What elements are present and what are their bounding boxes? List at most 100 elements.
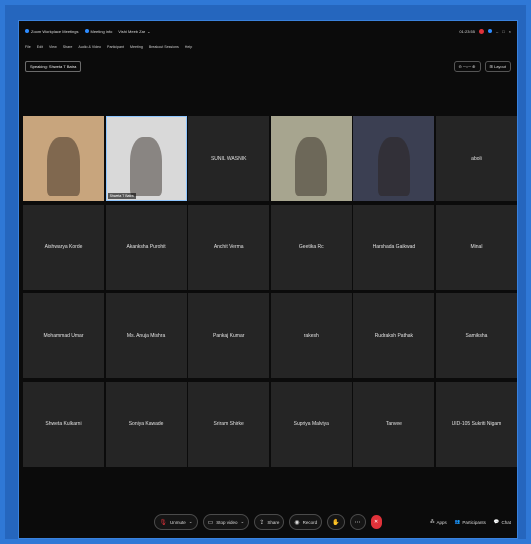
participant-tile[interactable]: Ms. Anuja Mishra xyxy=(105,293,187,378)
participant-tile[interactable]: Rudraksh Pathak xyxy=(353,293,435,378)
app-title: Zoom Workplace Meetings xyxy=(25,29,79,34)
share-button[interactable]: ⇪ Share xyxy=(254,514,285,530)
view-controls: ⊖ ─○─ ⊕ ⊞ Layout xyxy=(453,60,511,72)
participant-video-tile[interactable] xyxy=(23,116,104,201)
participants-button[interactable]: 👥 Participants xyxy=(455,519,486,525)
menu-item[interactable]: Share xyxy=(63,45,73,49)
participant-name: Samiksha xyxy=(465,332,488,339)
share-icon: ⇪ xyxy=(259,519,265,526)
end-call-icon: ✕ xyxy=(373,519,379,525)
zoom-window: Zoom Workplace Meetings Meeting info Vis… xyxy=(18,20,518,539)
menu-item[interactable]: Participant xyxy=(107,45,124,49)
participant-label: Shweta T Batra xyxy=(107,193,136,199)
participant-name: Rudraksh Pathak xyxy=(374,332,414,339)
participant-video-tile[interactable]: Shweta T Batra xyxy=(105,116,187,201)
stop-video-button[interactable]: ▭ Stop video ⌄ xyxy=(202,514,250,530)
recording-icon xyxy=(479,28,484,34)
chevron-down-icon: ⌄ xyxy=(147,28,151,34)
window-controls: 01:23:55 – □ × xyxy=(459,28,511,34)
participant-tile[interactable]: Soniya Kawade xyxy=(105,381,187,467)
speaking-bar: Speaking: Shweta T Batra ⊖ ─○─ ⊕ ⊞ Layou… xyxy=(19,59,517,73)
chevron-down-icon[interactable]: ⌄ xyxy=(189,519,193,525)
menu-item[interactable]: Edit xyxy=(37,45,43,49)
meeting-timer: 01:23:55 xyxy=(459,28,475,34)
apps-icon: ⁂ xyxy=(429,519,435,524)
participant-tile[interactable]: aboli xyxy=(435,116,517,201)
chevron-down-icon[interactable]: ⌄ xyxy=(241,519,245,525)
participant-tile[interactable]: UID-105 Sukriti Nigam xyxy=(435,381,517,467)
menu-item[interactable]: File xyxy=(25,45,31,49)
more-icon: ⋯ xyxy=(354,519,361,526)
participant-name: Shweta Kulkarni xyxy=(45,421,82,427)
end-call-button[interactable]: ✕ xyxy=(370,515,382,529)
menu-item[interactable]: Meeting xyxy=(130,45,143,49)
participant-tile[interactable]: Samiksha xyxy=(435,293,517,378)
maximize-icon[interactable]: □ xyxy=(502,29,504,34)
video-feed xyxy=(47,136,80,197)
record-button[interactable]: ◉ Record xyxy=(289,514,323,530)
participant-tile[interactable]: Supriya Malviya xyxy=(270,381,352,467)
layout-button[interactable]: ⊞ Layout xyxy=(484,60,511,72)
video-feed xyxy=(295,136,328,197)
reactions-button[interactable]: ✋ xyxy=(327,514,345,530)
participant-name: Sriram Shirke xyxy=(213,421,244,427)
participant-name: Supriya Malviya xyxy=(293,421,329,427)
chat-icon: 💬 xyxy=(493,519,500,524)
participant-name: Mohammad Umar xyxy=(43,332,84,339)
menu-item[interactable]: Help xyxy=(185,45,192,49)
unmute-button[interactable]: 🎙 Unmute ⌄ xyxy=(154,514,198,530)
meeting-info[interactable]: Meeting info xyxy=(84,29,112,34)
participant-tile[interactable]: Shweta Kulkarni xyxy=(23,381,104,467)
people-icon: 👥 xyxy=(454,519,461,524)
participant-tile[interactable]: Geetika Rc xyxy=(270,204,352,290)
participant-name: aboli xyxy=(471,155,482,162)
participant-tile[interactable]: Akanksha Purohit xyxy=(105,204,187,290)
participant-name: Minal xyxy=(470,244,483,250)
participant-tile[interactable]: Sriram Shirke xyxy=(188,381,270,467)
participant-tile[interactable]: Minal xyxy=(435,204,517,290)
participant-name: Pankaj Kumar xyxy=(212,332,245,339)
participant-name: rakesh xyxy=(303,332,319,339)
participant-name: Geetika Rc xyxy=(298,244,324,250)
participant-name: Anchit Verma xyxy=(213,244,244,250)
zoom-logo-icon xyxy=(25,29,29,33)
camera-icon: ▭ xyxy=(207,519,214,526)
participant-video-tile[interactable] xyxy=(353,116,435,201)
video-feed xyxy=(129,136,163,197)
participant-name: Harshada Gaikwad xyxy=(372,244,416,250)
participant-tile[interactable]: rakesh xyxy=(270,293,352,378)
participant-video-tile[interactable] xyxy=(270,116,352,201)
apps-button[interactable]: ⁂ Apps xyxy=(430,519,447,525)
menu-item[interactable]: Audio & Video xyxy=(78,45,101,49)
participant-tile[interactable]: Aishwarya Korde xyxy=(23,204,104,290)
chat-button[interactable]: 💬 Chat xyxy=(494,519,511,525)
participant-tile[interactable]: Mohammad Umar xyxy=(23,293,104,378)
zoom-slider[interactable]: ⊖ ─○─ ⊕ xyxy=(453,60,481,72)
raise-hand-icon: ✋ xyxy=(332,519,340,526)
status-icon xyxy=(488,29,492,33)
participant-tile[interactable]: Tanvee xyxy=(353,381,435,467)
minimize-icon[interactable]: – xyxy=(496,29,498,34)
participant-name: Aishwarya Korde xyxy=(44,244,83,250)
participant-tile[interactable]: SUNIL WASNIK xyxy=(188,116,270,201)
speaking-indicator: Speaking: Shweta T Batra xyxy=(25,60,82,72)
record-icon: ◉ xyxy=(294,519,300,526)
participant-name: Ms. Anuja Mishra xyxy=(126,332,166,339)
participant-tile[interactable]: Anchit Verma xyxy=(188,204,270,290)
host-name[interactable]: Vishi Meeb Zar ⌄ xyxy=(118,29,150,34)
participant-name: Tanvee xyxy=(385,421,402,427)
right-tools: ⁂ Apps 👥 Participants 💬 Chat xyxy=(430,506,511,538)
gallery-grid: Shweta T Batra SUNIL WASNIK aboli Aishwarya… xyxy=(23,116,517,471)
participant-name: UID-105 Sukriti Nigam xyxy=(451,421,502,427)
menu-bar: File Edit View Share Audio & Video Participan… xyxy=(19,41,517,53)
participant-name: SUNIL WASNIK xyxy=(210,155,247,162)
close-icon[interactable]: × xyxy=(509,29,511,34)
more-button[interactable]: ⋯ xyxy=(349,514,366,530)
menu-item[interactable]: View xyxy=(49,45,57,49)
mic-muted-icon: 🎙 xyxy=(159,519,168,526)
participant-name: Akanksha Purohit xyxy=(126,244,166,250)
menu-item[interactable]: Breakout Sessions xyxy=(149,45,179,49)
participant-tile[interactable]: Pankaj Kumar xyxy=(188,293,270,378)
participant-name: Soniya Kawade xyxy=(128,421,164,427)
participant-tile[interactable]: Harshada Gaikwad xyxy=(353,204,435,290)
